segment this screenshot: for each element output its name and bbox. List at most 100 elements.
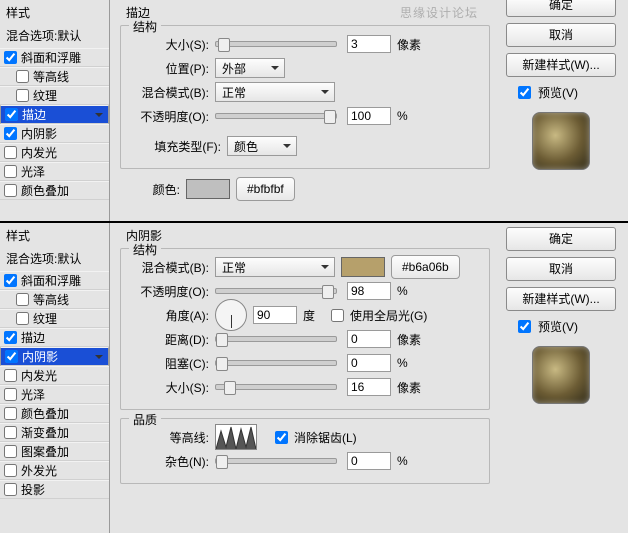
- noise-input[interactable]: [347, 452, 391, 470]
- angle-dial[interactable]: [215, 299, 247, 331]
- style-item-check[interactable]: [16, 293, 29, 306]
- style-item-check[interactable]: [4, 184, 17, 197]
- blendmode-label: 混合模式(B):: [131, 259, 209, 276]
- style-item-6[interactable]: 光泽: [0, 162, 109, 181]
- style-item-5[interactable]: 内发光: [0, 143, 109, 162]
- style-item-check[interactable]: [4, 274, 17, 287]
- style-item-label: 纹理: [33, 87, 57, 104]
- angle-label: 角度(A):: [131, 307, 209, 324]
- opacity-input[interactable]: [347, 282, 391, 300]
- style-item-3[interactable]: 描边: [0, 105, 109, 124]
- ok-button[interactable]: 确定: [506, 0, 616, 17]
- global-light-checkbox[interactable]: 使用全局光(G): [327, 306, 427, 325]
- preview-checkbox[interactable]: 预览(V): [514, 83, 624, 102]
- style-item-label: 光泽: [21, 163, 45, 180]
- preview-check[interactable]: [518, 320, 531, 333]
- opacity-input[interactable]: [347, 107, 391, 125]
- group-title: 结构: [129, 241, 161, 258]
- distance-input[interactable]: [347, 330, 391, 348]
- blendmode-select[interactable]: 正常: [215, 82, 335, 102]
- group-title: 品质: [129, 411, 161, 428]
- style-item-check[interactable]: [4, 369, 17, 382]
- styles-panel-bot: 样式 混合选项:默认 斜面和浮雕等高线纹理描边内阴影内发光光泽颜色叠加渐变叠加图…: [0, 223, 110, 533]
- color-hex[interactable]: #bfbfbf: [236, 177, 295, 201]
- size-slider[interactable]: [215, 384, 337, 390]
- new-style-button[interactable]: 新建样式(W)...: [506, 53, 616, 77]
- style-item-11[interactable]: 投影: [0, 480, 109, 499]
- style-item-10[interactable]: 外发光: [0, 461, 109, 480]
- cancel-button[interactable]: 取消: [506, 257, 616, 281]
- style-item-6[interactable]: 光泽: [0, 385, 109, 404]
- style-item-check[interactable]: [4, 165, 17, 178]
- angle-input[interactable]: [253, 306, 297, 324]
- blend-options[interactable]: 混合选项:默认: [0, 24, 109, 48]
- panel-title: 内阴影: [120, 227, 490, 248]
- size-slider[interactable]: [215, 41, 337, 47]
- style-item-4[interactable]: 内阴影: [0, 124, 109, 143]
- style-item-check[interactable]: [4, 426, 17, 439]
- opacity-slider[interactable]: [215, 113, 337, 119]
- style-item-check[interactable]: [4, 51, 17, 64]
- style-item-check[interactable]: [16, 70, 29, 83]
- noise-slider[interactable]: [215, 458, 337, 464]
- global-light-check[interactable]: [331, 309, 344, 322]
- ok-button[interactable]: 确定: [506, 227, 616, 251]
- style-item-0[interactable]: 斜面和浮雕: [0, 271, 109, 290]
- opacity-unit: %: [397, 109, 408, 123]
- style-item-1[interactable]: 等高线: [0, 67, 109, 86]
- noise-label: 杂色(N):: [131, 453, 209, 470]
- position-select[interactable]: 外部: [215, 58, 285, 78]
- size-label: 大小(S):: [131, 379, 209, 396]
- style-item-check[interactable]: [16, 89, 29, 102]
- style-item-2[interactable]: 纹理: [0, 309, 109, 328]
- cancel-button[interactable]: 取消: [506, 23, 616, 47]
- shadow-color-swatch[interactable]: [341, 257, 385, 277]
- right-buttons-top: 确定 取消 新建样式(W)... 预览(V): [506, 4, 624, 170]
- opacity-slider[interactable]: [215, 288, 337, 294]
- distance-unit: 像素: [397, 331, 421, 348]
- style-item-7[interactable]: 颜色叠加: [0, 404, 109, 423]
- blend-options[interactable]: 混合选项:默认: [0, 247, 109, 271]
- opacity-unit: %: [397, 284, 408, 298]
- style-item-8[interactable]: 渐变叠加: [0, 423, 109, 442]
- antialias-check[interactable]: [275, 431, 288, 444]
- style-item-check[interactable]: [16, 312, 29, 325]
- blendmode-select[interactable]: 正常: [215, 257, 335, 277]
- filltype-label: 填充类型(F):: [131, 138, 221, 155]
- size-input[interactable]: [347, 35, 391, 53]
- shadow-color-hex[interactable]: #b6a06b: [391, 255, 460, 279]
- opacity-label: 不透明度(O):: [131, 108, 209, 125]
- style-item-0[interactable]: 斜面和浮雕: [0, 48, 109, 67]
- antialias-checkbox[interactable]: 消除锯齿(L): [271, 428, 357, 447]
- style-item-check[interactable]: [4, 407, 17, 420]
- distance-slider[interactable]: [215, 336, 337, 342]
- style-item-1[interactable]: 等高线: [0, 290, 109, 309]
- style-item-7[interactable]: 颜色叠加: [0, 181, 109, 200]
- filltype-select[interactable]: 颜色: [227, 136, 297, 156]
- style-item-4[interactable]: 内阴影: [0, 347, 109, 366]
- style-item-check[interactable]: [4, 331, 17, 344]
- preview-checkbox[interactable]: 预览(V): [514, 317, 624, 336]
- new-style-button[interactable]: 新建样式(W)...: [506, 287, 616, 311]
- style-item-check[interactable]: [4, 445, 17, 458]
- style-item-label: 描边: [22, 106, 46, 123]
- color-swatch[interactable]: [186, 179, 230, 199]
- style-item-2[interactable]: 纹理: [0, 86, 109, 105]
- style-item-check[interactable]: [4, 127, 17, 140]
- style-item-3[interactable]: 描边: [0, 328, 109, 347]
- preview-check[interactable]: [518, 86, 531, 99]
- size-input[interactable]: [347, 378, 391, 396]
- style-item-label: 等高线: [33, 68, 69, 85]
- choke-input[interactable]: [347, 354, 391, 372]
- style-item-check[interactable]: [4, 146, 17, 159]
- style-item-check[interactable]: [4, 464, 17, 477]
- choke-slider[interactable]: [215, 360, 337, 366]
- style-item-check[interactable]: [5, 108, 18, 121]
- group-title: 结构: [129, 18, 161, 35]
- style-item-9[interactable]: 图案叠加: [0, 442, 109, 461]
- style-item-check[interactable]: [4, 388, 17, 401]
- style-item-check[interactable]: [5, 350, 18, 363]
- contour-picker[interactable]: [215, 424, 257, 450]
- style-item-5[interactable]: 内发光: [0, 366, 109, 385]
- style-item-check[interactable]: [4, 483, 17, 496]
